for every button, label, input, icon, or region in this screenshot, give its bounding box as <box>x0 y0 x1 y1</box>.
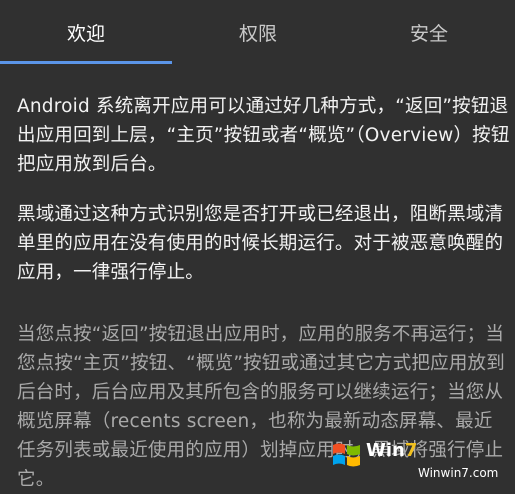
tab-bar: 欢迎 权限 安全 <box>0 0 515 64</box>
tab-security[interactable]: 安全 <box>343 0 515 64</box>
intro-paragraph: Android 系统离开应用可以通过好几种方式，“返回”按钮退出应用回到上层，“… <box>17 96 510 175</box>
behavior-paragraph: 当您点按“返回”按钮退出应用时，应用的服务不再运行；当您点按“主页”按钮、“概览… <box>17 324 505 490</box>
tab-permissions[interactable]: 权限 <box>172 0 344 64</box>
tab-welcome-label: 欢迎 <box>66 22 105 45</box>
tab-permissions-label: 权限 <box>238 22 277 45</box>
tab-security-label: 安全 <box>409 22 448 45</box>
tab-active-indicator <box>0 61 172 64</box>
mechanism-paragraph: 黑域通过这种方式识别您是否打开或已经退出，阻断黑域清单里的应用在没有使用的时候长… <box>17 204 504 283</box>
tab-welcome[interactable]: 欢迎 <box>0 0 172 64</box>
